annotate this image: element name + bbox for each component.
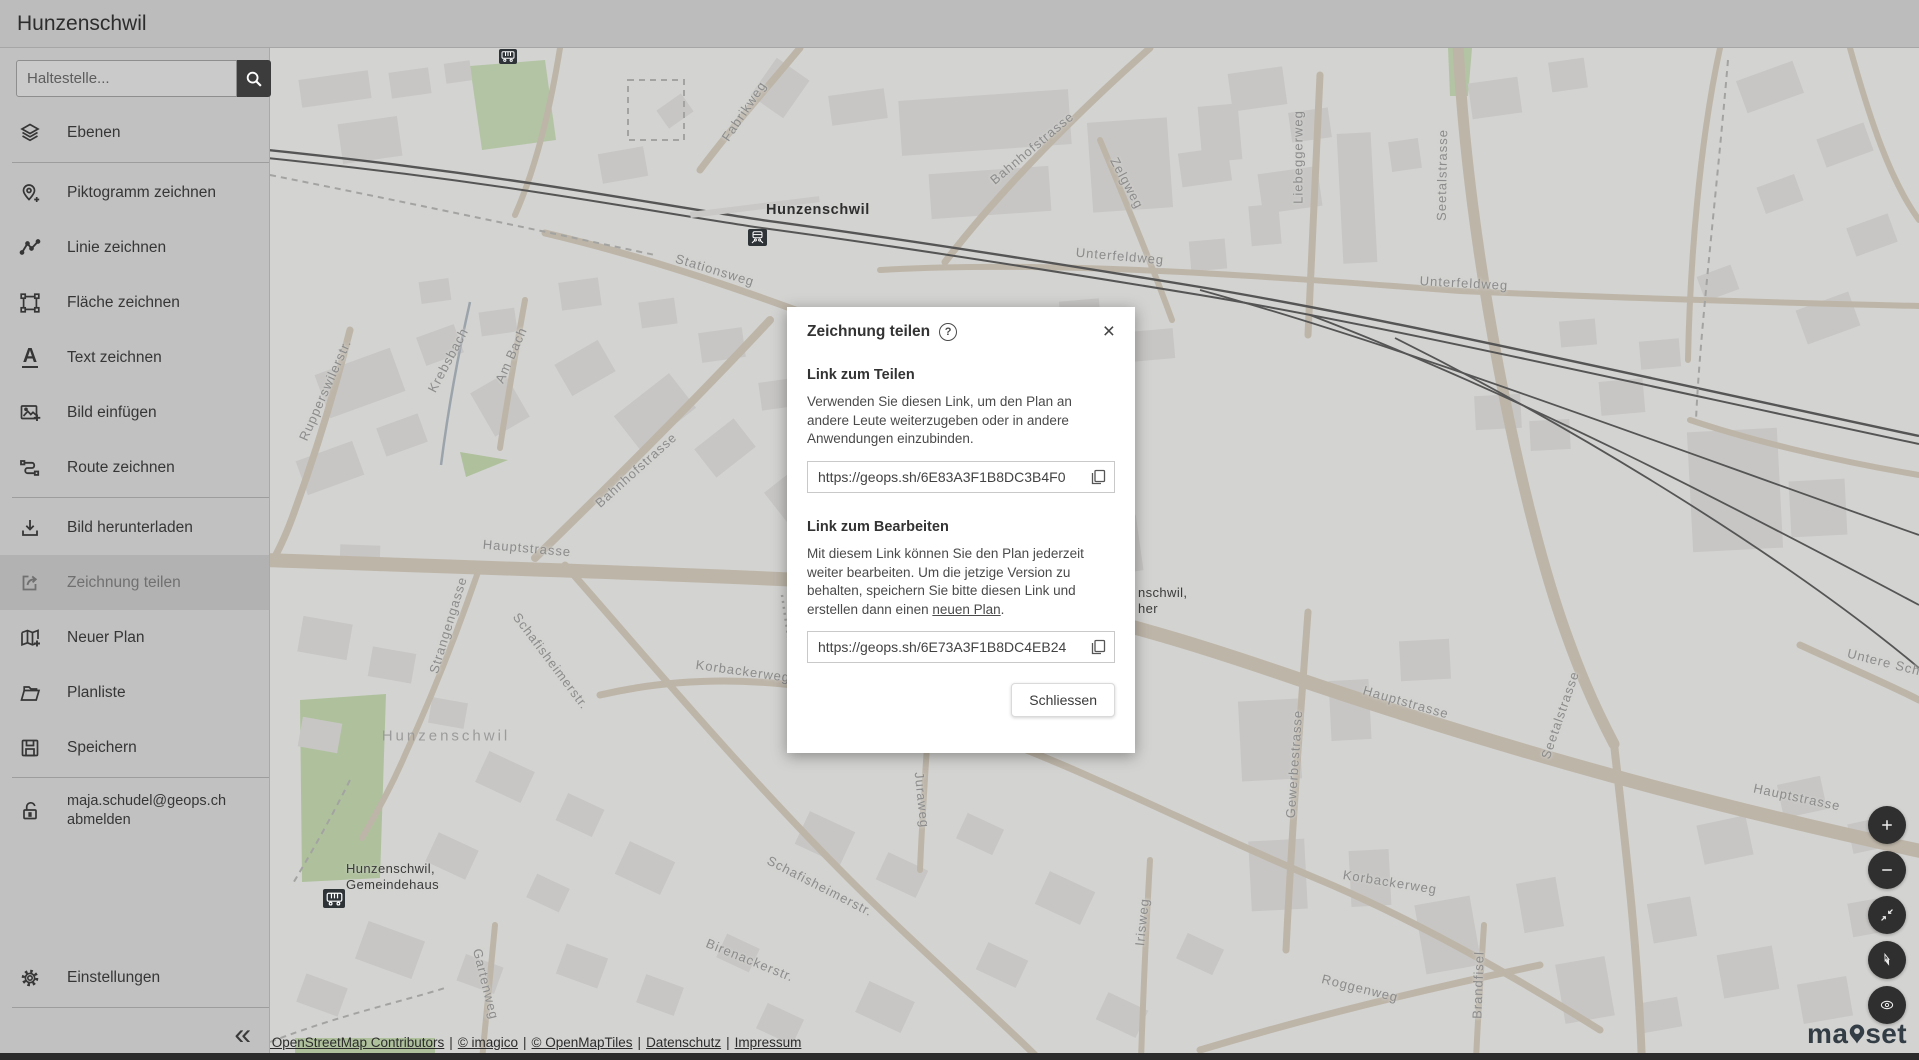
sidebar-item-label: Bild einfügen (67, 404, 157, 422)
mapset-logo: ma set (1807, 1020, 1907, 1048)
sidebar-item-piktogramm-zeichnen[interactable]: Piktogramm zeichnen (0, 165, 269, 220)
pin-plus-icon (18, 181, 42, 205)
layers-icon (18, 121, 42, 145)
zoom-in-button[interactable] (1868, 806, 1906, 844)
route-icon (18, 456, 42, 480)
search-button[interactable] (237, 60, 271, 97)
sidebar-item-label: Planliste (67, 684, 126, 702)
sidebar-item-label: Einstellungen (67, 969, 160, 987)
sidebar-item-label: Neuer Plan (67, 629, 145, 647)
edit-url-field[interactable]: https://geops.sh/6E73A3F1B8DC4EB24 (807, 631, 1115, 663)
sidebar-item-linie-zeichnen[interactable]: Linie zeichnen (0, 220, 269, 275)
copy-icon (1090, 639, 1106, 655)
collapse-sidebar-icon[interactable]: « (234, 1020, 251, 1050)
bottom-strip (0, 1053, 1919, 1060)
sidebar-item-zeichnung-teilen[interactable]: Zeichnung teilen (0, 555, 269, 610)
copy-edit-url-button[interactable] (1084, 639, 1106, 655)
sidebar-spacer (0, 842, 269, 950)
compass-button[interactable] (1868, 941, 1906, 979)
train-station-icon[interactable] (748, 229, 767, 246)
attribution-link[interactable]: © OpenStreetMap Contributors (258, 1035, 444, 1050)
zoom-out-button[interactable] (1868, 851, 1906, 889)
share-icon (18, 571, 42, 595)
attribution-link[interactable]: Impressum (735, 1035, 802, 1050)
download-icon (18, 516, 42, 540)
logout-label: abmelden (67, 812, 131, 828)
sidebar-item-label: Ebenen (67, 124, 120, 142)
polygon-icon (18, 291, 42, 315)
separator: | (638, 1035, 642, 1050)
share-link-description: Verwenden Sie diesen Link, um den Plan a… (807, 393, 1115, 449)
divider (12, 777, 269, 778)
sidebar-item-label: Zeichnung teilen (67, 574, 181, 592)
map-attribution: © OpenStreetMap Contributors | © imagico | ©… (258, 1035, 801, 1050)
copy-share-url-button[interactable] (1084, 469, 1106, 485)
sidebar-item-speichern[interactable]: Speichern (0, 720, 269, 775)
share-url-field[interactable]: https://geops.sh/6E83A3F1B8DC3B4F0 (807, 461, 1115, 493)
search-input[interactable] (16, 60, 237, 97)
sidebar-item-label: Fläche zeichnen (67, 294, 180, 312)
sidebar-item-bild-einfuegen[interactable]: Bild einfügen (0, 385, 269, 440)
collapse-arrows-icon (1874, 896, 1900, 934)
sidebar-item-einstellungen[interactable]: Einstellungen (0, 950, 269, 1005)
close-dialog-button[interactable]: Schliessen (1011, 683, 1115, 717)
divider (12, 162, 269, 163)
bus-stop-icon[interactable] (499, 49, 517, 64)
sidebar-item-bild-herunterladen[interactable]: Bild herunterladen (0, 500, 269, 555)
dialog-title: Zeichnung teilen (807, 323, 930, 341)
sidebar-item-neuer-plan[interactable]: Neuer Plan (0, 610, 269, 665)
header-bar: Hunzenschwil (0, 0, 1919, 48)
share-link-heading: Link zum Teilen (807, 367, 1115, 383)
map-pin-icon (1849, 1023, 1865, 1045)
polyline-icon (18, 236, 42, 260)
sidebar-item-text-zeichnen[interactable]: A Text zeichnen (0, 330, 269, 385)
gear-icon (18, 966, 42, 990)
compass-needle-icon (1874, 941, 1900, 979)
image-plus-icon (18, 401, 42, 425)
close-icon[interactable]: × (1103, 323, 1115, 341)
sidebar-item-ebenen[interactable]: Ebenen (0, 105, 269, 160)
sidebar-item-label: Route zeichnen (67, 459, 175, 477)
divider (12, 497, 269, 498)
help-icon[interactable]: ? (939, 323, 957, 341)
sidebar-item-label: Text zeichnen (67, 349, 162, 367)
sidebar-item-route-zeichnen[interactable]: Route zeichnen (0, 440, 269, 495)
share-drawing-dialog: Zeichnung teilen ? × Link zum Teilen Ver… (787, 307, 1135, 753)
unlock-icon (18, 799, 42, 823)
sidebar-item-label: Speichern (67, 739, 137, 757)
sidebar-item-account-logout[interactable]: maja.schudel@geops.ch abmelden (0, 780, 269, 842)
attribution-link[interactable]: © imagico (458, 1035, 518, 1050)
text-icon: A (22, 347, 38, 368)
divider (12, 1007, 269, 1008)
sidebar-item-label: Piktogramm zeichnen (67, 184, 216, 202)
fit-extent-button[interactable] (1868, 896, 1906, 934)
sidebar-item-flaeche-zeichnen[interactable]: Fläche zeichnen (0, 275, 269, 330)
bus-stop-icon[interactable] (323, 889, 345, 908)
neuer-plan-link[interactable]: neuen Plan (932, 602, 1000, 617)
map-plus-icon (18, 626, 42, 650)
plus-icon (1874, 806, 1900, 844)
attribution-link[interactable]: © OpenMapTiles (532, 1035, 633, 1050)
share-url: https://geops.sh/6E83A3F1B8DC3B4F0 (818, 469, 1084, 485)
search-icon (243, 68, 265, 90)
edit-link-heading: Link zum Bearbeiten (807, 519, 1115, 535)
attribution-link[interactable]: Datenschutz (646, 1035, 721, 1050)
save-icon (18, 736, 42, 760)
edit-url: https://geops.sh/6E73A3F1B8DC4EB24 (818, 639, 1084, 655)
copy-icon (1090, 469, 1106, 485)
separator: | (726, 1035, 730, 1050)
separator: | (449, 1035, 453, 1050)
account-email: maja.schudel@geops.ch (67, 793, 226, 809)
page-title: Hunzenschwil (17, 12, 147, 36)
sidebar-item-label: Bild herunterladen (67, 519, 193, 537)
edit-link-description: Mit diesem Link können Sie den Plan jede… (807, 545, 1115, 620)
folder-open-icon (18, 681, 42, 705)
separator: | (523, 1035, 527, 1050)
sidebar-item-planliste[interactable]: Planliste (0, 665, 269, 720)
sidebar-item-label: Linie zeichnen (67, 239, 166, 257)
minus-icon (1874, 851, 1900, 889)
sidebar: Ebenen Piktogramm zeichnen Linie zeichne… (0, 48, 270, 1060)
